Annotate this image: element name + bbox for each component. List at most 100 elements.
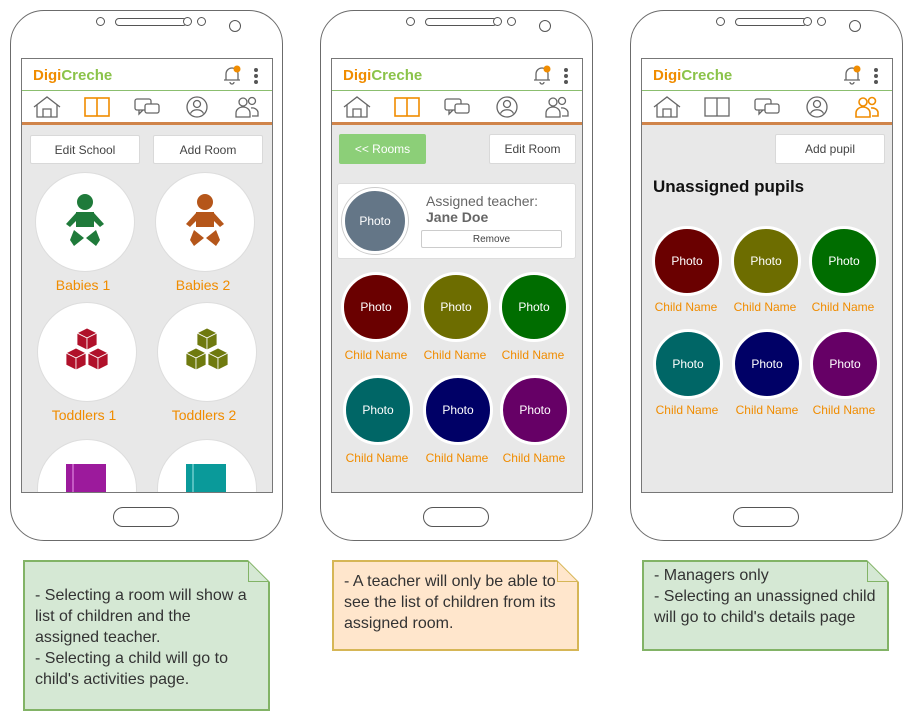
child-photo[interactable]: Photo [423, 375, 493, 445]
back-to-rooms-button[interactable]: << Rooms [339, 134, 426, 164]
phone-mockup-rooms: DigiCreche Edit School Add Room Babies 1… [10, 10, 283, 541]
room-babies-2[interactable] [155, 172, 255, 272]
speaker-grille [425, 18, 497, 26]
room-toddlers-2[interactable] [157, 302, 257, 402]
nav-home[interactable] [32, 94, 62, 120]
blocks-icon [185, 327, 229, 371]
room-label: Babies 1 [55, 277, 111, 293]
nav-people[interactable] [232, 94, 262, 120]
add-room-button[interactable]: Add Room [153, 135, 263, 164]
nav-bar [332, 91, 582, 125]
book-icon [66, 464, 106, 492]
annotation-note-managers: - Managers only - Selecting an unassigne… [642, 560, 889, 651]
home-icon [33, 95, 61, 118]
edit-school-button[interactable]: Edit School [30, 135, 140, 164]
child-name[interactable]: Child Name [727, 403, 807, 417]
child-name[interactable]: Child Name [493, 348, 573, 362]
room-partial-2[interactable] [157, 439, 257, 492]
kebab-menu-icon[interactable] [253, 67, 259, 85]
child-photo[interactable]: Photo [653, 329, 723, 399]
sensor-dot [96, 17, 105, 26]
nav-messages[interactable] [442, 94, 472, 120]
logo-creche: Creche [681, 67, 733, 84]
nav-profile[interactable] [492, 94, 522, 120]
note-line: - Selecting a child will go to child's a… [35, 650, 228, 688]
logo-digi: Digi [33, 67, 62, 84]
child-name[interactable]: Child Name [417, 451, 497, 465]
room-partial-1[interactable] [37, 439, 137, 492]
logo-creche: Creche [61, 67, 113, 84]
note-line: - Selecting a room will show a list of c… [35, 587, 247, 646]
profile-icon [806, 95, 828, 118]
chat-icon [754, 97, 780, 116]
home-button [113, 507, 179, 527]
nav-rooms[interactable] [702, 94, 732, 120]
nav-rooms[interactable] [392, 94, 422, 120]
bell-icon[interactable] [222, 65, 242, 85]
sensor-dot [507, 17, 516, 26]
child-photo[interactable]: Photo [341, 272, 411, 342]
nav-home[interactable] [342, 94, 372, 120]
add-pupil-button[interactable]: Add pupil [775, 134, 885, 164]
blocks-icon [65, 327, 109, 371]
child-photo[interactable]: Photo [731, 226, 801, 296]
child-name[interactable]: Child Name [415, 348, 495, 362]
child-photo[interactable]: Photo [732, 329, 802, 399]
sensor-dot [183, 17, 192, 26]
edit-room-button[interactable]: Edit Room [489, 134, 576, 164]
child-photo[interactable]: Photo [652, 226, 722, 296]
remove-teacher-button[interactable]: Remove [421, 230, 562, 248]
kebab-menu-icon[interactable] [563, 67, 569, 85]
child-photo[interactable]: Photo [343, 375, 413, 445]
chat-icon [444, 97, 470, 116]
child-name[interactable]: Child Name [336, 348, 416, 362]
home-button [733, 507, 799, 527]
assigned-teacher-card: Photo Assigned teacher: Jane Doe Remove [337, 183, 576, 259]
child-photo[interactable]: Photo [499, 272, 569, 342]
child-photo[interactable]: Photo [810, 329, 880, 399]
nav-people[interactable] [542, 94, 572, 120]
child-name[interactable]: Child Name [646, 300, 726, 314]
group-icon [855, 96, 879, 118]
bell-icon[interactable] [842, 65, 862, 85]
home-button [423, 507, 489, 527]
app-logo: DigiCreche [33, 67, 112, 84]
sensor-dot [197, 17, 206, 26]
phone-mockup-room-detail: DigiCreche << Rooms Edit Room Photo Assi… [320, 10, 593, 541]
group-icon [545, 96, 569, 118]
child-name[interactable]: Child Name [803, 300, 883, 314]
book-icon [84, 96, 110, 117]
note-line: - Selecting an unassigned child will go … [654, 588, 876, 626]
child-name[interactable]: Child Name [337, 451, 417, 465]
child-name[interactable]: Child Name [647, 403, 727, 417]
nav-messages[interactable] [752, 94, 782, 120]
child-name[interactable]: Child Name [804, 403, 884, 417]
app-header: DigiCreche [22, 59, 272, 91]
nav-home[interactable] [652, 94, 682, 120]
note-line: - A teacher will only be able to see the… [344, 573, 556, 632]
app-header: DigiCreche [642, 59, 892, 91]
nav-rooms[interactable] [82, 94, 112, 120]
book-icon [704, 96, 730, 117]
logo-digi: Digi [653, 67, 682, 84]
logo-creche: Creche [371, 67, 423, 84]
sensor-dot [803, 17, 812, 26]
nav-people[interactable] [852, 94, 882, 120]
nav-bar [642, 91, 892, 125]
child-photo[interactable]: Photo [421, 272, 491, 342]
front-camera [539, 20, 551, 32]
child-name[interactable]: Child Name [725, 300, 805, 314]
room-toddlers-1[interactable] [37, 302, 137, 402]
note-line: - Managers only [654, 567, 769, 584]
nav-messages[interactable] [132, 94, 162, 120]
nav-profile[interactable] [802, 94, 832, 120]
sensor-dot [406, 17, 415, 26]
book-icon [394, 96, 420, 117]
child-photo[interactable]: Photo [500, 375, 570, 445]
child-name[interactable]: Child Name [494, 451, 574, 465]
kebab-menu-icon[interactable] [873, 67, 879, 85]
nav-profile[interactable] [182, 94, 212, 120]
room-babies-1[interactable] [35, 172, 135, 272]
bell-icon[interactable] [532, 65, 552, 85]
child-photo[interactable]: Photo [809, 226, 879, 296]
